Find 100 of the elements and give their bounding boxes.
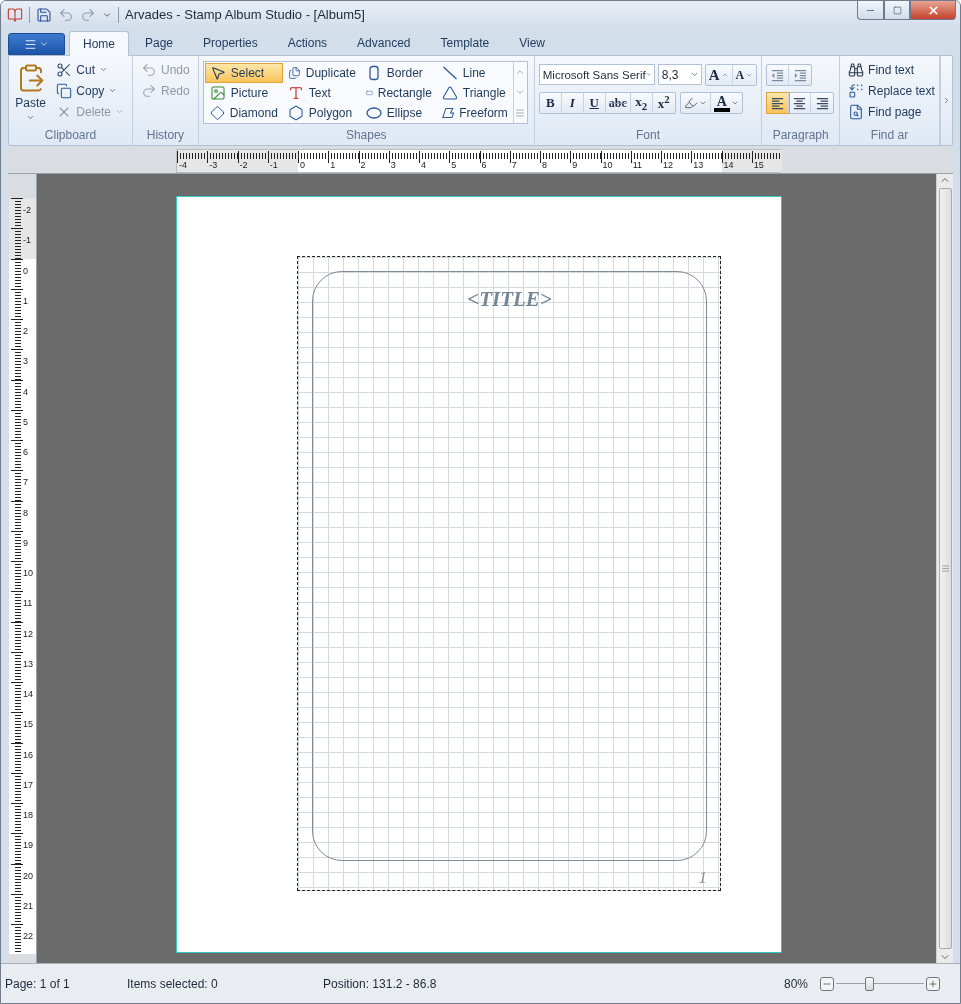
font-style-button[interactable]: x$_{2}$	[630, 93, 653, 113]
group-label: Find ar	[869, 128, 910, 144]
copy-icon	[56, 82, 73, 99]
maximize-button[interactable]	[884, 1, 910, 20]
undo-icon	[141, 61, 157, 78]
shape-tool[interactable]: Border	[360, 63, 437, 83]
font-size-field[interactable]: 8,3	[657, 64, 702, 85]
ribbon-tab[interactable]: View	[505, 30, 559, 55]
scrollbar-thumb[interactable]	[938, 188, 952, 949]
more-icon	[515, 107, 526, 118]
picture-icon	[209, 85, 226, 101]
ruler-number: 4	[421, 160, 426, 170]
ruler-number: 9	[23, 537, 28, 548]
ribbon-tab[interactable]: Advanced	[343, 30, 425, 55]
ruler-number: 10	[602, 160, 613, 170]
shape-tool[interactable]: Duplicate	[282, 63, 361, 83]
shape-tool[interactable]: Picture	[204, 83, 283, 103]
ruler-number: 14	[723, 160, 734, 170]
ruler-number: -1	[269, 160, 278, 170]
highlighter-icon	[683, 96, 698, 110]
zoom-in-button[interactable]	[926, 976, 940, 991]
ribbon-tab[interactable]: Home	[69, 31, 129, 56]
caret-icon	[108, 86, 118, 95]
pointer-icon	[209, 65, 226, 81]
save-icon	[36, 6, 52, 23]
ruler-number: 14	[23, 689, 33, 699]
shape-tool[interactable]: Text	[282, 83, 361, 103]
caret-icon	[645, 70, 652, 79]
page-count: Page: 1 of 1	[5, 976, 71, 991]
maximize-icon	[892, 5, 902, 15]
shape-tool[interactable]: Diamond	[204, 103, 283, 123]
ruler-number: 15	[23, 719, 33, 730]
shape-tool[interactable]: Ellipse	[360, 103, 437, 123]
ruler-number: 4	[23, 386, 28, 397]
font-name-field[interactable]: Microsoft Sans Serif	[538, 64, 655, 85]
ruler-number: 0	[300, 160, 305, 170]
shrink-font-button[interactable]: A	[732, 65, 757, 85]
ruler-number: 10	[23, 568, 33, 578]
save-button[interactable]	[36, 6, 52, 23]
shape-tool[interactable]: Triangle	[436, 83, 513, 103]
zoom-out-button[interactable]	[820, 976, 834, 991]
font-style-button[interactable]: U	[583, 93, 606, 113]
close-button[interactable]	[910, 1, 956, 20]
ribbon-tab[interactable]: Properties	[189, 30, 272, 55]
ruler-number: 1	[23, 295, 28, 306]
clipboard-cut-button[interactable]: Cut	[52, 59, 128, 80]
slider-thumb[interactable]	[864, 976, 874, 991]
font-style-button[interactable]: B	[539, 93, 562, 113]
align-right-icon	[814, 95, 830, 111]
ruler-number: 6	[23, 447, 28, 457]
grip-icon	[940, 564, 950, 573]
shape-tool[interactable]: Select	[204, 63, 283, 83]
shape-tool[interactable]: Freeform	[436, 103, 513, 123]
find-button[interactable]: Find text	[844, 59, 939, 80]
ellipse-icon	[365, 105, 382, 121]
undo-button[interactable]	[58, 6, 74, 23]
ruler-number: 5	[451, 160, 457, 170]
triangle-icon	[441, 85, 458, 101]
grow-font-button[interactable]: A	[705, 65, 733, 85]
font-style-button[interactable]: x$^{2}$	[652, 93, 675, 113]
alignment-button[interactable]	[767, 93, 790, 113]
ruler-number: 11	[23, 598, 33, 609]
ruler-number: -3	[209, 160, 218, 170]
caret-icon	[39, 39, 49, 49]
hexagon-icon	[287, 105, 304, 121]
paste-button[interactable]: Paste	[13, 59, 49, 128]
group-label: Clipboard	[43, 128, 98, 144]
shape-tool[interactable]: Rectangle	[360, 83, 437, 103]
ruler-number: 5	[23, 416, 28, 427]
pages-icon	[287, 65, 301, 81]
font-color-button[interactable]: A	[710, 93, 742, 113]
zoom-in-icon	[928, 978, 938, 989]
group-label: Paragraph	[771, 128, 830, 144]
undo-icon	[58, 6, 74, 23]
page-number: 1	[698, 868, 707, 888]
ribbon-tab[interactable]: Template	[426, 30, 504, 55]
diamond-icon	[209, 105, 225, 121]
shape-tool[interactable]: Polygon	[282, 103, 361, 123]
find-button[interactable]: Replace text	[844, 80, 939, 101]
ruler-number: 12	[23, 628, 33, 639]
ruler-number: 21	[23, 900, 33, 911]
redo-button[interactable]	[80, 6, 96, 23]
ruler-number: 15	[753, 160, 764, 170]
ruler-number: 22	[23, 931, 33, 941]
shape-tool[interactable]: Line	[436, 63, 513, 83]
application-menu-button[interactable]	[8, 33, 65, 55]
find-button[interactable]: Find page	[844, 101, 939, 122]
redo-icon	[80, 6, 96, 23]
ruler-number: 19	[23, 840, 33, 851]
ribbon-tab[interactable]: Page	[131, 30, 188, 55]
minimize-button[interactable]	[857, 1, 884, 20]
clipboard-copy-button[interactable]: Copy	[52, 80, 128, 101]
app-icon	[7, 6, 23, 23]
ruler-number: -2	[239, 160, 248, 170]
ruler-number: -1	[23, 235, 31, 246]
font-style-button[interactable]: I	[561, 93, 584, 113]
group-label: Shapes	[344, 128, 388, 144]
ribbon-tab[interactable]: Actions	[273, 30, 342, 55]
title-text-field[interactable]: <TITLE>	[467, 287, 552, 313]
caret-icon	[698, 99, 707, 107]
